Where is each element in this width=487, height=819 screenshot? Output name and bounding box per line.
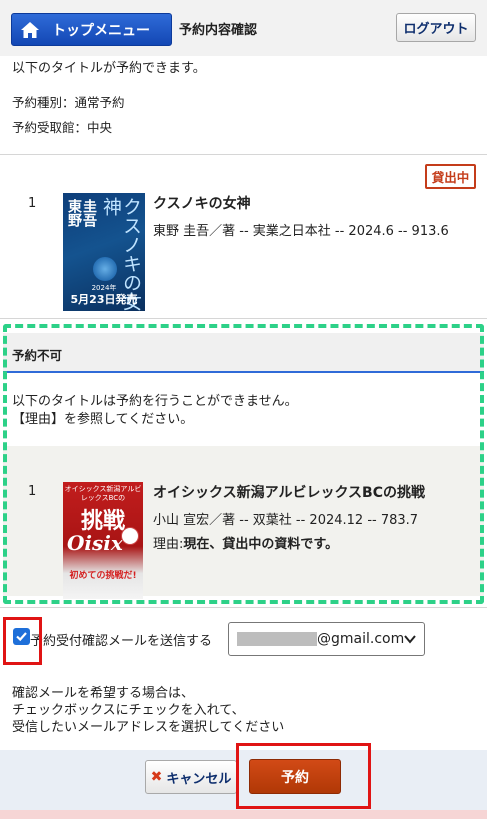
reason-line: 理由:現在、貸出中の資料です。 [153,533,338,552]
cover-author-b: 圭吾 [81,199,97,227]
reserve-button[interactable]: 予約 [249,759,341,794]
send-email-label[interactable]: 予約受付確認メールを送信する [30,630,212,649]
unavailable-heading: 予約不可 [12,348,63,363]
divider [0,154,487,155]
cover-release: 5月23日発売 [70,293,138,306]
redacted-email-local-part [237,632,317,646]
book-meta: 小山 宣宏／著 -- 双葉社 -- 2024.12 -- 783.7 [153,513,419,528]
unavailable-section-header [3,333,484,373]
book-title-link[interactable]: クスノキの女神 [153,193,251,213]
cover-subtitle: オイシックス新潟アルビレックスBCの [64,485,142,502]
action-bar [0,750,487,810]
email-domain: @gmail.com [317,631,405,647]
cover-author-a: 東野 [66,199,82,227]
divider [0,318,487,319]
divider [0,607,487,608]
cover-logo: Oisix [67,531,123,555]
cancel-button[interactable]: ✖ キャンセル [145,760,237,794]
book-cover-image[interactable]: オイシックス新潟アルビレックスBCの 挑戦 Oisix 初めての挑戦だ! [63,482,143,599]
baseball-icon [121,527,139,545]
book-title-link[interactable]: オイシックス新潟アルビレックスBCの挑戦 [153,482,425,502]
home-icon [21,21,39,38]
unavailable-message-line1: 以下のタイトルは予約を行うことができません。 [12,394,298,409]
top-menu-label: トップメニュー [52,22,150,39]
book-cover-image[interactable]: 東野 圭吾 クスノキの女神 2024年 5月23日発売 [63,193,145,311]
pickup-library: 予約受取館：中央 [12,120,113,135]
note-line: 受信したいメールアドレスを選択してください [12,720,285,735]
page-title: 予約内容確認 [179,23,258,38]
footer-strip [0,810,487,819]
tree-illustration [93,257,117,281]
email-address-select[interactable]: @gmail.com [228,622,425,656]
close-icon: ✖ [150,769,163,785]
unavailable-message-line2: 【理由】を参照してください。 [12,412,194,427]
status-badge: 貸出中 [425,164,476,189]
top-menu-button[interactable]: トップメニュー [11,13,172,46]
logout-button[interactable]: ログアウト [396,13,476,42]
reason-label: 理由: [153,537,184,552]
cover-tagline: 初めての挑戦だ! [69,571,137,581]
item-index: 1 [28,484,37,499]
reservable-intro: 以下のタイトルが予約できます。 [12,61,206,76]
check-icon [16,632,27,642]
item-index: 1 [28,196,37,211]
header-bar: トップメニュー 予約内容確認 ログアウト [0,0,487,56]
cancel-label: キャンセル [166,771,232,787]
chevron-down-icon [404,635,416,644]
reservation-type: 予約種別：通常予約 [12,95,125,110]
reason-text: 現在、貸出中の資料です。 [183,537,339,552]
book-meta: 東野 圭吾／著 -- 実業之日本社 -- 2024.6 -- 913.6 [153,224,449,239]
send-email-checkbox[interactable] [13,628,30,645]
